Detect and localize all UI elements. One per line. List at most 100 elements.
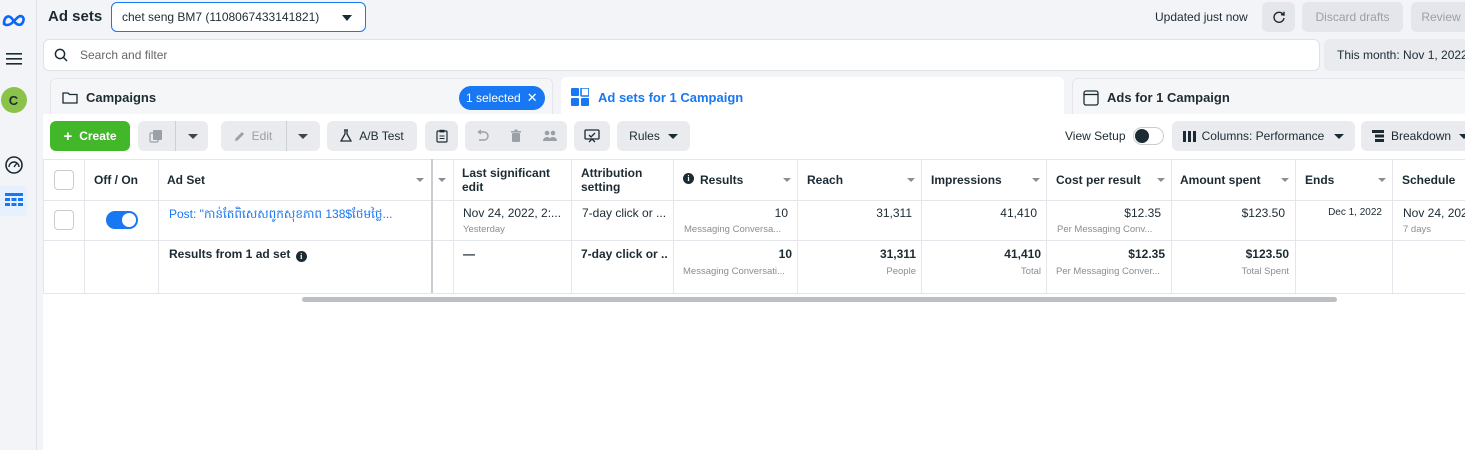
chevron-down-icon[interactable]: [416, 178, 424, 182]
chevron-down-icon: [187, 133, 198, 139]
breakdown-dropdown[interactable]: Breakdown: [1361, 121, 1465, 151]
ab-test-button[interactable]: A/B Test: [327, 121, 417, 151]
tab-ads[interactable]: Ads for 1 Campaign: [1072, 78, 1465, 116]
account-selector[interactable]: chet seng BM7 (1108067433141821): [111, 2, 366, 32]
discard-drafts-button[interactable]: Discard drafts: [1302, 2, 1403, 32]
tab-campaigns-label: Campaigns: [86, 90, 157, 105]
clipboard-icon: [435, 129, 448, 143]
summary-amount-spent: $123.50: [1245, 247, 1289, 261]
column-header-ends[interactable]: Ends: [1305, 173, 1334, 187]
refresh-button[interactable]: [1262, 2, 1295, 32]
adsets-panel: [43, 114, 1465, 450]
column-header-cost-per-result[interactable]: Cost per result: [1056, 173, 1141, 187]
chevron-down-icon[interactable]: [1378, 178, 1386, 182]
chevron-down-icon[interactable]: [438, 178, 446, 182]
chevron-down-icon[interactable]: [907, 178, 915, 182]
column-header-results[interactable]: Results: [700, 173, 743, 187]
adset-name-link[interactable]: Post: "កាន់តែពិសេសពូកសុខភាព 138$ថែមថ្លៃ.…: [169, 206, 439, 224]
row-checkbox[interactable]: [54, 210, 74, 230]
breakdown-icon: [1372, 130, 1384, 142]
search-placeholder: Search and filter: [80, 48, 168, 62]
clipboard-button[interactable]: [425, 121, 458, 151]
pencil-icon: [233, 130, 246, 143]
schedule-value: Nov 24, 202: [1403, 206, 1465, 220]
undo-icon[interactable]: [465, 129, 499, 143]
table-grid-icon[interactable]: [0, 190, 27, 212]
last-edit-value: Nov 24, 2022, 2:...: [463, 206, 562, 220]
flask-icon: [340, 129, 353, 143]
folder-icon: [62, 91, 78, 104]
adsets-grid-icon: [571, 88, 589, 106]
page-title: Ad sets: [48, 8, 103, 25]
column-header-amount-spent[interactable]: Amount spent: [1180, 173, 1261, 187]
menu-icon[interactable]: [0, 48, 27, 70]
create-button-label: Create: [79, 129, 117, 143]
info-icon[interactable]: i: [683, 173, 694, 184]
chevron-down-icon: [1334, 133, 1345, 139]
left-nav-rail: C: [0, 0, 37, 450]
summary-last-edit: —: [463, 247, 475, 261]
avatar[interactable]: C: [0, 86, 27, 114]
rules-dropdown[interactable]: Rules: [617, 121, 690, 151]
rules-label: Rules: [629, 129, 660, 143]
trash-icon[interactable]: [499, 129, 533, 143]
dashboard-gauge-icon[interactable]: [0, 154, 27, 176]
summary-results: 10: [778, 247, 792, 261]
date-range-picker[interactable]: This month: Nov 1, 2022: [1324, 39, 1465, 71]
columns-icon: [1182, 130, 1196, 142]
edit-button[interactable]: Edit: [221, 121, 320, 151]
column-header-impressions[interactable]: Impressions: [931, 173, 1002, 187]
summary-label-text: Results from 1 ad set: [169, 247, 291, 261]
summary-cost-per-result-sub: Per Messaging Conver...: [1056, 266, 1161, 277]
column-header-adset[interactable]: Ad Set: [167, 173, 205, 187]
cost-per-result-sub: Per Messaging Conv...: [1057, 224, 1153, 235]
columns-dropdown[interactable]: Columns: Performance: [1172, 121, 1355, 151]
preview-icon: [584, 129, 600, 143]
plus-icon: +: [63, 127, 73, 145]
chevron-down-icon: [298, 133, 309, 139]
audience-icon[interactable]: [533, 130, 567, 142]
adset-status-toggle[interactable]: [106, 211, 138, 229]
view-setup-toggle[interactable]: [1133, 127, 1164, 145]
chevron-down-icon: [667, 133, 678, 139]
account-selector-label: chet seng BM7 (1108067433141821): [122, 10, 320, 24]
duplicate-icon: [148, 129, 163, 143]
results-sub: Messaging Conversa...: [684, 224, 782, 235]
column-header-schedule[interactable]: Schedule: [1402, 173, 1455, 187]
avatar-letter: C: [0, 87, 27, 113]
meta-logo-icon[interactable]: [0, 8, 27, 32]
selected-pill-label: 1 selected: [466, 91, 521, 105]
close-icon[interactable]: ✕: [527, 90, 538, 106]
column-header-attribution[interactable]: Attribution setting: [581, 166, 661, 194]
tab-adsets[interactable]: Ad sets for 1 Campaign: [561, 77, 1064, 117]
edit-button-label: Edit: [251, 129, 273, 143]
duplicate-button[interactable]: [138, 121, 208, 151]
chevron-down-icon[interactable]: [1281, 178, 1289, 182]
horizontal-scrollbar[interactable]: [302, 297, 1337, 302]
last-edit-sub: Yesterday: [463, 224, 505, 235]
tab-adsets-label: Ad sets for 1 Campaign: [598, 89, 744, 105]
search-icon: [54, 48, 68, 65]
ends-value: Dec 1, 2022: [1328, 207, 1382, 218]
updated-status: Updated just now: [1155, 10, 1248, 24]
select-all-checkbox[interactable]: [54, 170, 74, 190]
info-icon[interactable]: i: [295, 251, 307, 262]
summary-impressions-sub: Total: [1020, 266, 1041, 277]
selected-filter-pill[interactable]: 1 selected ✕: [459, 86, 545, 110]
reach-value: 31,311: [876, 206, 912, 220]
chevron-down-icon[interactable]: [783, 178, 791, 182]
summary-impressions: 41,410: [1004, 247, 1041, 261]
summary-amount-spent-sub: Total Spent: [1241, 266, 1289, 277]
create-button[interactable]: + Create: [50, 121, 130, 151]
amount-spent-value: $123.50: [1241, 206, 1285, 220]
column-header-last-edit[interactable]: Last significant edit: [462, 166, 562, 194]
review-button[interactable]: Review: [1411, 2, 1465, 32]
chevron-down-icon[interactable]: [1157, 178, 1165, 182]
column-header-off-on[interactable]: Off / On: [94, 173, 138, 187]
chevron-down-icon[interactable]: [1032, 178, 1040, 182]
preview-button[interactable]: [574, 121, 610, 151]
column-header-reach[interactable]: Reach: [807, 173, 843, 187]
breakdown-label: Breakdown: [1391, 129, 1452, 143]
search-filter-bar[interactable]: Search and filter: [43, 39, 1320, 71]
summary-reach: 31,311: [879, 247, 916, 261]
